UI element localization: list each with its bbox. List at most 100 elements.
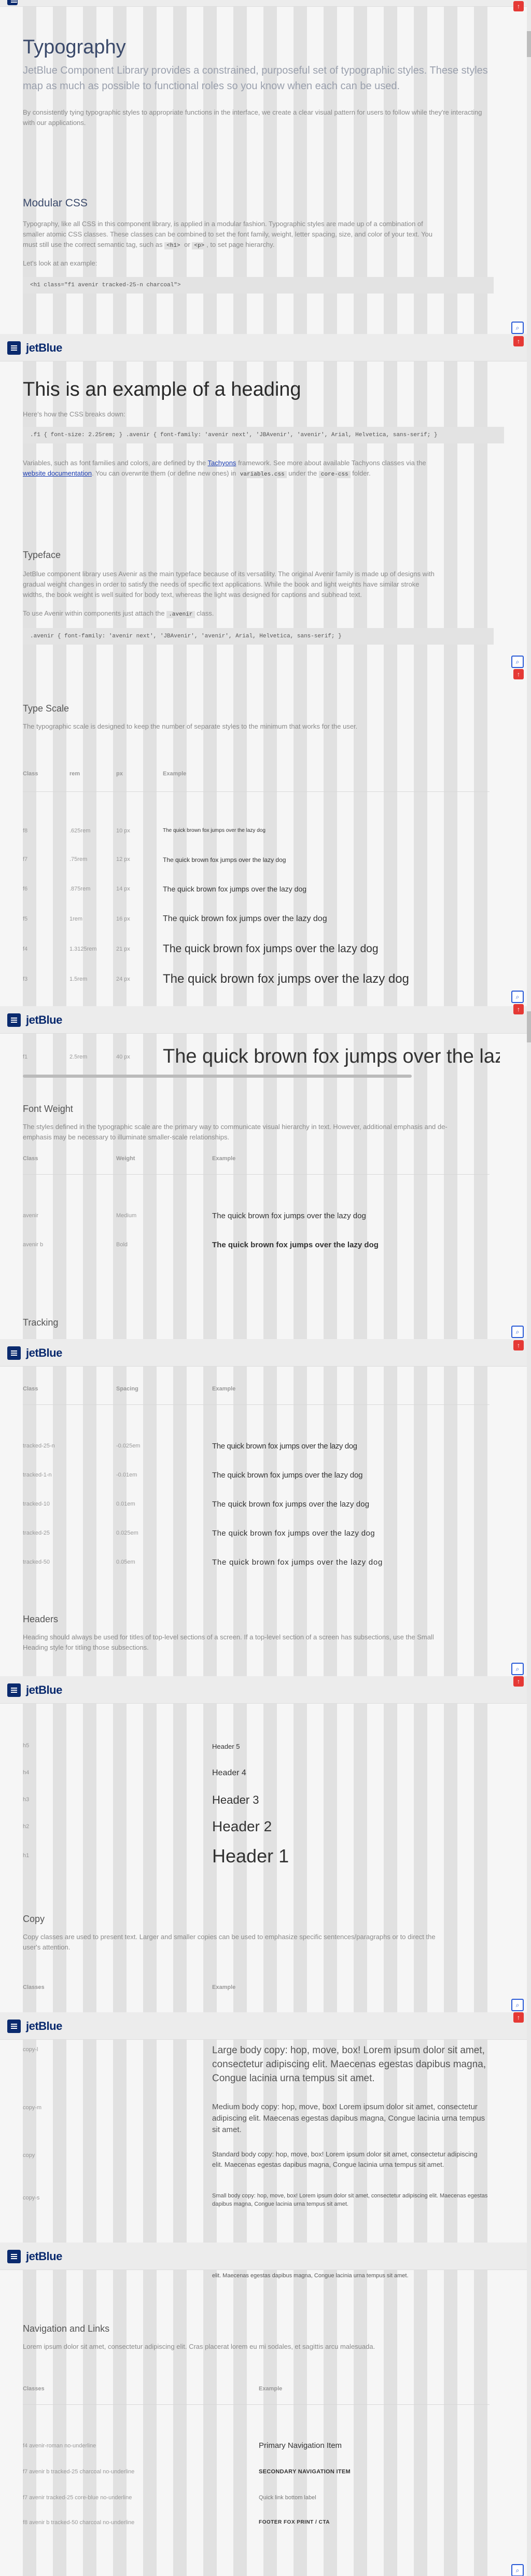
table-cell: Header 5 — [212, 1743, 240, 1750]
table-cell: f3 — [23, 976, 28, 982]
inline-code: core-css — [318, 471, 351, 478]
search-icon[interactable]: ⌕ — [511, 991, 524, 1003]
table-cell: The quick brown fox jumps over the lazy … — [212, 1558, 383, 1567]
column-header: Class — [23, 1386, 38, 1392]
section-title: Modular CSS — [23, 197, 88, 209]
search-icon[interactable]: ⌕ — [511, 322, 524, 334]
header-bar: jetBlue — [0, 1006, 531, 1034]
table-cell: The quick brown fox jumps over the lazy … — [163, 972, 409, 986]
arrow-up-icon[interactable]: ↑ — [513, 1676, 524, 1687]
menu-icon[interactable] — [7, 0, 18, 5]
font-weight-section: Font Weight The styles defined in the ty… — [23, 1104, 500, 1249]
website-documentation-link[interactable]: website documentation — [23, 469, 92, 477]
divider — [23, 2404, 490, 2405]
table-cell: h2 — [23, 1823, 30, 1830]
table-cell: copy-s — [23, 2195, 40, 2201]
table-cell: f6 — [23, 886, 28, 892]
table-cell: f5 — [23, 916, 28, 922]
table-cell: Large body copy: hop, move, box! Lorem i… — [212, 2045, 486, 2084]
section-title: Copy — [23, 1914, 45, 1924]
arrow-up-icon[interactable]: ↑ — [513, 669, 524, 679]
column-header: px — [116, 771, 123, 777]
typeface-section: Typeface JetBlue component library uses … — [23, 550, 500, 645]
horizontal-scrollbar[interactable] — [23, 1075, 412, 1078]
jetblue-logo[interactable]: jetBlue — [26, 2250, 62, 2263]
modular-css-section: Modular CSS Typography, like all CSS in … — [23, 197, 500, 294]
divider — [23, 1174, 490, 1175]
secondary-nav-item[interactable]: SECONDARY NAVIGATION ITEM — [259, 2469, 351, 2475]
menu-icon[interactable] — [7, 341, 21, 355]
copy-body: Copy classes are used to present text. L… — [23, 1933, 436, 1951]
header-bar: jetBlue — [0, 2012, 531, 2040]
scrollbar[interactable] — [527, 0, 531, 2576]
table-cell: 0.025em — [116, 1530, 138, 1536]
inline-code: variables.css — [237, 471, 287, 478]
jetblue-logo[interactable]: jetBlue — [26, 2020, 62, 2033]
primary-nav-item[interactable]: Primary Navigation Item — [259, 2441, 342, 2450]
search-icon[interactable]: ⌕ — [511, 1663, 524, 1675]
table-cell: copy — [23, 2152, 35, 2159]
table-cell: The quick brown fox jumps over the lazy … — [163, 828, 266, 833]
search-icon[interactable]: ⌕ — [511, 656, 524, 668]
arrow-up-icon[interactable]: ↑ — [513, 2012, 524, 2023]
arrow-up-icon[interactable]: ↑ — [513, 1, 524, 11]
menu-icon[interactable] — [7, 1683, 21, 1697]
menu-icon[interactable] — [7, 2020, 21, 2033]
table-cell: The quick brown fox jumps over the lazy … — [163, 885, 307, 893]
scrollbar-thumb[interactable] — [527, 31, 531, 57]
footer-link[interactable]: FOOTER FOX PRINT / CTA — [259, 2519, 330, 2525]
table-cell: The quick brown fox jumps over the lazy … — [163, 943, 379, 955]
column-header: Example — [212, 1155, 236, 1162]
table-cell: 16 px — [116, 916, 130, 922]
table-cell: f7 avenir b tracked-25 charcoal no-under… — [23, 2469, 135, 2475]
arrow-up-icon[interactable]: ↑ — [513, 1004, 524, 1014]
search-icon[interactable]: ⌕ — [511, 2564, 524, 2576]
table-cell: The quick brown fox jumps over the lazy … — [163, 856, 286, 864]
jetblue-logo[interactable]: jetBlue — [26, 1013, 62, 1027]
modular-look: Let's look at an example: — [23, 259, 97, 267]
column-header: Example — [212, 1386, 236, 1392]
table-cell: f8 avenir b tracked-50 charcoal no-under… — [23, 2519, 135, 2526]
table-cell: -0.01em — [116, 1472, 137, 1478]
search-icon[interactable]: ⌕ — [511, 1326, 524, 1338]
table-cell: Header 4 — [212, 1769, 246, 1777]
table-cell: f7 avenir tracked-25 core-blue no-underl… — [23, 2495, 132, 2501]
jetblue-logo[interactable]: jetBlue — [26, 1683, 62, 1697]
vars-text-part: folder. — [352, 469, 371, 477]
table-cell: tracked-1-n — [23, 1472, 52, 1478]
modular-body-or: or — [184, 241, 190, 248]
table-cell: Small body copy: hop, move, box! Lorem i… — [212, 2193, 488, 2207]
tachyons-link[interactable]: Tachyons — [208, 459, 236, 467]
jetblue-logo[interactable]: jetBlue — [26, 341, 62, 355]
table-cell: .75rem — [69, 856, 88, 862]
table-cell: 0.05em — [116, 1559, 135, 1565]
table-cell: The quick brown fox jumps over the lazy … — [163, 914, 327, 923]
table-cell: Header 1 — [212, 1845, 289, 1867]
copy-overflow-text: elit. Maecenas egestas dapibus magna, Co… — [212, 2273, 409, 2279]
column-header: rem — [69, 771, 80, 777]
menu-icon[interactable] — [7, 1013, 21, 1027]
quick-link[interactable]: Quick link bottom label — [259, 2495, 316, 2501]
headers-section: Headers Heading should always be used fo… — [23, 1614, 500, 1653]
table-cell: tracked-10 — [23, 1501, 50, 1507]
menu-icon[interactable] — [7, 2250, 21, 2263]
search-icon[interactable]: ⌕ — [511, 1999, 524, 2011]
inline-code: <p> — [192, 242, 207, 249]
arrow-up-icon[interactable]: ↑ — [513, 336, 524, 346]
menu-icon[interactable] — [7, 1346, 21, 1360]
section-title: Font Weight — [23, 1104, 73, 1114]
table-cell: Standard body copy: hop, move, box! Lore… — [212, 2150, 478, 2168]
table-cell: avenir — [23, 1213, 38, 1219]
column-header: Example — [163, 771, 187, 777]
table-cell: f1 — [23, 1054, 28, 1060]
table-cell: The quick brown fox jumps over the lazy … — [212, 1529, 375, 1538]
column-header: Spacing — [116, 1386, 138, 1392]
table-cell: 21 px — [116, 946, 130, 952]
table-cell: Header 3 — [212, 1793, 259, 1806]
arrow-up-icon[interactable]: ↑ — [513, 1340, 524, 1350]
jetblue-logo[interactable]: jetBlue — [26, 1346, 62, 1360]
type-scale-section: Type Scale The typographic scale is desi… — [23, 703, 500, 986]
vars-text-part: . You can overwrite them (or define new … — [91, 469, 236, 477]
scrollbar-thumb[interactable] — [527, 1011, 531, 1042]
table-cell: copy-m — [23, 2105, 42, 2111]
